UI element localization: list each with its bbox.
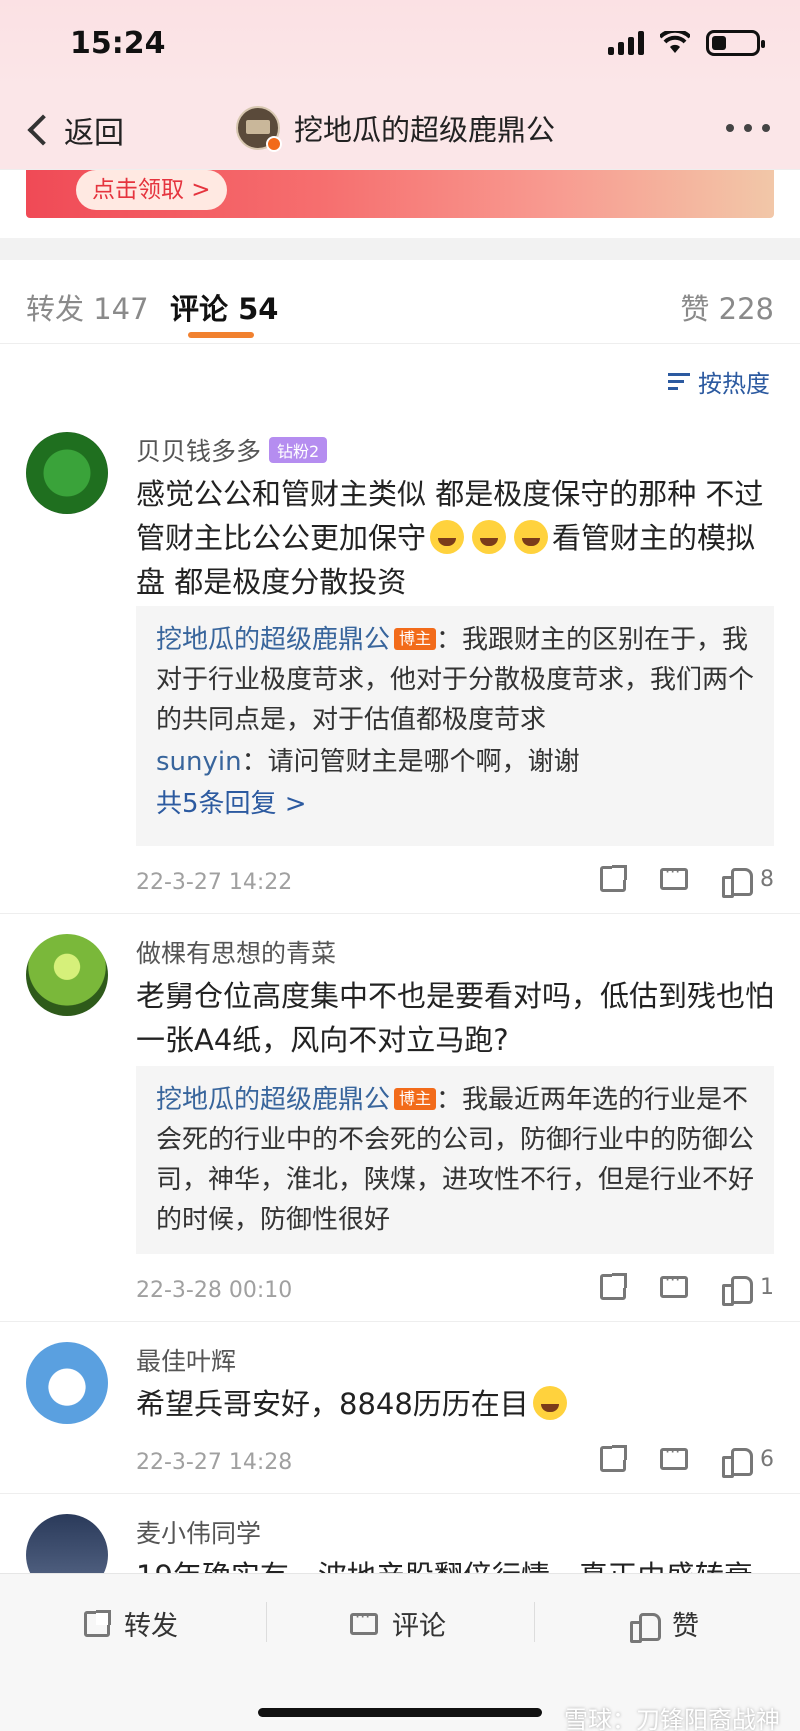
reply-box[interactable]: 挖地瓜的超级鹿鼎公 博主 ：我跟财主的区别在于，我对于行业极度苛求，他对于分散极度苛… [136,606,774,846]
sort-button[interactable]: 按热度 [668,364,770,399]
laugh-cry-emoji-icon [514,520,549,554]
thumbs-up-icon [722,866,753,898]
comment-text: 希望兵哥安好，8848历历在目 [136,1382,776,1426]
comment-time: 22-3-27 14:22 [136,870,293,895]
laugh-cry-emoji-icon [430,520,465,554]
tab-comments-count: 54 [238,292,279,326]
back-button[interactable]: 返回 [22,108,124,152]
share-icon[interactable] [600,1273,627,1300]
reply-username[interactable]: sunyin [156,747,242,777]
active-tab-indicator [188,332,254,338]
comment-username[interactable]: 最佳叶辉 [136,1342,236,1378]
tab-repost[interactable]: 转发 147 [26,286,149,328]
nav-author[interactable]: 挖地瓜的超级鹿鼎公 [236,106,556,152]
author-avatar[interactable] [236,106,282,152]
comment-icon [350,1607,378,1635]
comment-actions: 1 [600,1270,774,1306]
comment-label: 评论 [392,1611,446,1642]
bottom-like-button[interactable]: 赞 [630,1604,699,1643]
author-badge: 博主 [394,628,437,650]
promo-banner[interactable]: 点击领取 > [26,170,774,218]
reply-box[interactable]: 挖地瓜的超级鹿鼎公 博主 ：我最近两年选的行业是不会死的行业中的不会死的公司，防御行… [136,1066,774,1254]
reply-icon[interactable] [660,1270,688,1298]
repost-label: 转发 [124,1611,178,1642]
tab-likes-count: 228 [718,292,774,326]
share-icon[interactable] [600,1445,627,1472]
thumbs-up-icon [630,1611,661,1643]
comment-time: 22-3-27 14:28 [136,1450,293,1475]
sort-label: 按热度 [698,370,770,398]
comment-username[interactable]: 做棵有思想的青菜 [136,934,336,970]
like-button[interactable]: 8 [722,866,774,898]
like-count: 6 [760,1446,774,1472]
bottom-action-bar: 转发 评论 赞 雪球：刀锋阳裔战神 [0,1573,800,1731]
like-count: 1 [760,1274,774,1300]
status-time: 15:24 [70,26,166,61]
battery-icon [706,30,765,56]
laugh-cry-emoji-icon [472,520,507,554]
thumbs-up-icon [722,1274,753,1306]
chevron-left-icon [27,114,59,146]
reply-text: ：请问管财主是哪个啊，谢谢 [241,747,580,777]
avatar[interactable] [26,432,108,514]
divider [266,1602,267,1642]
like-count: 8 [760,866,774,892]
comment-item: 做棵有思想的青菜 老舅仓位高度集中不也是要看对吗，低估到残也怕一张A4纸，风向不… [0,914,800,1322]
avatar[interactable] [26,934,108,1016]
sort-icon [668,372,690,391]
fan-badge: 钻粉2 [269,437,328,463]
divider [534,1602,535,1642]
share-icon[interactable] [600,865,627,892]
thumbs-up-icon [722,1446,753,1478]
verified-badge-icon [266,136,282,152]
wifi-icon [660,31,690,53]
reply-username[interactable]: 挖地瓜的超级鹿鼎公 [156,1085,390,1115]
tab-comments-label: 评论 [170,292,229,326]
repost-button[interactable]: 转发 [84,1604,178,1643]
more-icon[interactable] [726,124,770,132]
banner-claim-button[interactable]: 点击领取 > [76,170,227,210]
comment-item: 贝贝钱多多 钻粉2 感觉公公和管财主类似 都是极度保守的那种 不过管财主比公公更加… [0,410,800,914]
reply-item: 挖地瓜的超级鹿鼎公 博主 ：我最近两年选的行业是不会死的行业中的不会死的公司，防御行… [156,1080,754,1240]
reply-item: sunyin：请问管财主是哪个啊，谢谢 [156,742,754,782]
comment-username[interactable]: 麦小伟同学 [136,1514,261,1550]
status-icons [608,30,765,56]
signal-icon [608,31,644,55]
back-label: 返回 [64,116,124,151]
comment-button[interactable]: 评论 [350,1604,446,1643]
reply-item: 挖地瓜的超级鹿鼎公 博主 ：我跟财主的区别在于，我对于行业极度苛求，他对于分散极度苛… [156,620,754,740]
status-bar: 15:24 [0,0,800,90]
reply-username[interactable]: 挖地瓜的超级鹿鼎公 [156,625,390,655]
tab-likes[interactable]: 赞 228 [680,286,774,328]
comment-actions: 6 [600,1442,774,1478]
like-label: 赞 [672,1611,699,1642]
comment-item: 最佳叶辉 希望兵哥安好，8848历历在目 22-3-27 14:28 6 [0,1322,800,1494]
home-indicator[interactable] [258,1708,542,1717]
tab-comments[interactable]: 评论 54 [170,286,278,328]
nav-title: 挖地瓜的超级鹿鼎公 [294,113,556,147]
comment-time: 22-3-28 00:10 [136,1278,293,1303]
nav-bar: 返回 挖地瓜的超级鹿鼎公 [0,90,800,170]
avatar[interactable] [26,1342,108,1424]
section-divider [0,238,800,260]
reply-icon[interactable] [660,862,688,890]
tabs: 转发 147 评论 54 赞 228 [0,260,800,344]
author-badge: 博主 [394,1088,437,1110]
watermark: 雪球：刀锋阳裔战神 [564,1706,780,1731]
like-button[interactable]: 6 [722,1446,774,1478]
more-replies-link[interactable]: 共5条回复 > [156,784,754,824]
like-button[interactable]: 1 [722,1274,774,1306]
repost-icon [84,1609,111,1637]
comment-text: 感觉公公和管财主类似 都是极度保守的那种 不过管财主比公公更加保守 看管财主的模拟… [136,477,764,599]
tab-likes-label: 赞 [680,292,710,326]
comment-actions: 8 [600,862,774,898]
tab-repost-count: 147 [93,292,149,326]
reply-icon[interactable] [660,1442,688,1470]
comment-username[interactable]: 贝贝钱多多 钻粉2 [136,432,328,468]
crying-emoji-icon [532,1386,567,1420]
comment-text: 老舅仓位高度集中不也是要看对吗，低估到残也怕一张A4纸，风向不对立马跑? [136,979,775,1057]
tab-repost-label: 转发 [26,292,85,326]
